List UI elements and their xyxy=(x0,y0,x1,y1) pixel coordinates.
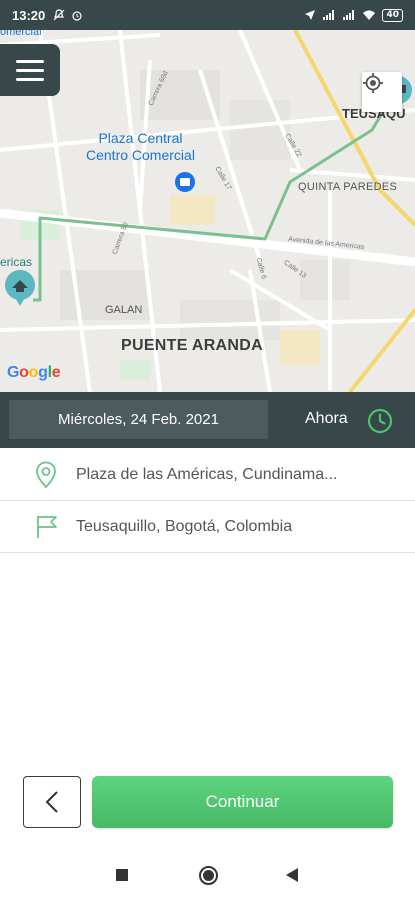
location-arrow-icon xyxy=(305,10,316,20)
chevron-left-icon xyxy=(45,791,58,813)
map-label-galan: GALAN xyxy=(105,304,143,316)
signal-icon-2 xyxy=(343,10,355,20)
home-button[interactable] xyxy=(199,866,218,885)
hamburger-icon xyxy=(16,59,44,63)
locate-me-button[interactable] xyxy=(362,72,402,112)
map-label-plaza-central: Plaza Central Centro Comercial xyxy=(86,130,195,163)
status-bar: 13:20 40 xyxy=(0,0,415,30)
alarm-icon xyxy=(72,11,82,21)
battery-indicator: 40 xyxy=(382,8,403,22)
notification-icons xyxy=(53,9,83,21)
map-label-americas: ericas xyxy=(0,255,33,269)
flag-icon xyxy=(37,516,57,538)
date-time-bar: Miércoles, 24 Feb. 2021 Ahora xyxy=(0,392,415,448)
google-logo: Google xyxy=(7,364,61,381)
dnd-icon xyxy=(53,9,65,21)
wifi-icon xyxy=(363,10,376,20)
origin-text: Plaza de las Américas, Cundinama... xyxy=(76,465,338,483)
continue-button[interactable]: Continuar xyxy=(92,776,393,828)
destination-row[interactable]: Teusaquillo, Bogotá, Colombia xyxy=(0,501,415,553)
menu-button[interactable] xyxy=(0,44,60,96)
map-view[interactable]: Plaza Central Centro Comercial TEUSAQU Q… xyxy=(0,30,415,392)
back-button[interactable] xyxy=(23,776,81,828)
location-pin-icon xyxy=(36,461,56,489)
date-selector[interactable]: Miércoles, 24 Feb. 2021 xyxy=(9,400,268,439)
signal-icon xyxy=(323,10,335,20)
recents-button[interactable] xyxy=(116,869,128,881)
system-icons: 40 xyxy=(304,8,403,22)
clock-icon[interactable] xyxy=(367,408,393,434)
system-back-button[interactable] xyxy=(286,868,298,882)
system-nav-bar xyxy=(0,845,415,900)
origin-row[interactable]: Plaza de las Américas, Cundinama... xyxy=(0,449,415,501)
crosshair-icon xyxy=(363,73,383,93)
destination-text: Teusaquillo, Bogotá, Colombia xyxy=(76,517,293,535)
time-selector-label[interactable]: Ahora xyxy=(305,410,348,428)
map-label-quinta-paredes: QUINTA PAREDES xyxy=(298,181,398,193)
status-time: 13:20 xyxy=(12,7,46,23)
map-label-partial: omercial xyxy=(0,30,42,38)
map-label-puente-aranda: PUENTE ARANDA xyxy=(121,337,263,354)
